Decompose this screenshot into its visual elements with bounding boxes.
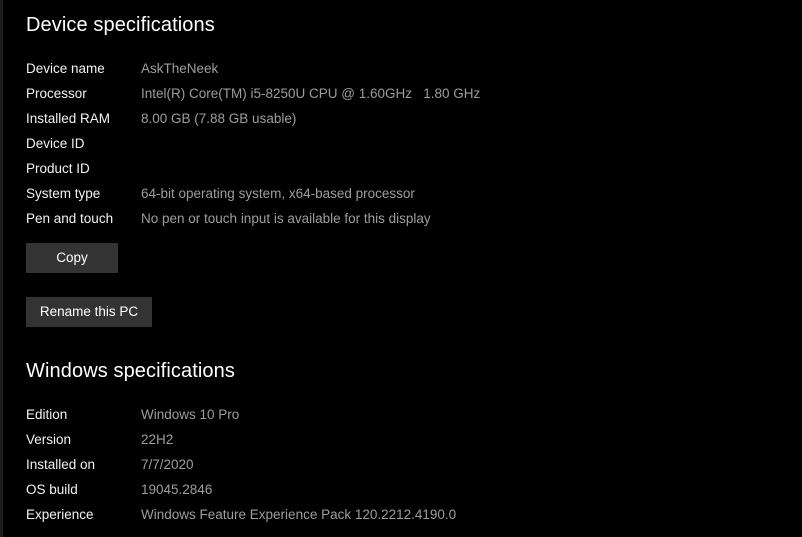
spec-row-version: Version 22H2 [26, 430, 173, 450]
spec-row-experience: Experience Windows Feature Experience Pac… [26, 505, 456, 525]
spec-row-os-build: OS build 19045.2846 [26, 480, 212, 500]
spec-row-edition: Edition Windows 10 Pro [26, 405, 239, 425]
spec-label-processor: Processor [26, 86, 87, 101]
window-left-edge [0, 0, 3, 537]
spec-label-edition: Edition [26, 407, 68, 422]
spec-row-system-type: System type 64-bit operating system, x64-… [26, 184, 415, 204]
spec-label-installed-on: Installed on [26, 457, 96, 472]
spec-label-device-name: Device name [26, 61, 105, 76]
spec-value-pen-and-touch: No pen or touch input is available for t… [141, 211, 431, 226]
spec-value-device-name: AskTheNeek [141, 61, 219, 76]
spec-row-installed-ram: Installed RAM 8.00 GB (7.88 GB usable) [26, 109, 296, 129]
spec-value-processor: Intel(R) Core(TM) i5-8250U CPU @ 1.60GHz… [141, 86, 481, 101]
spec-label-product-id: Product ID [26, 161, 90, 176]
spec-label-installed-ram: Installed RAM [26, 111, 111, 126]
spec-value-installed-on: 7/7/2020 [141, 457, 194, 472]
spec-row-pen-and-touch: Pen and touch No pen or touch input is av… [26, 209, 431, 229]
spec-row-device-name: Device name AskTheNeek [26, 59, 218, 79]
spec-row-processor: Processor Intel(R) Core(TM) i5-8250U CPU … [26, 84, 480, 104]
spec-value-installed-ram: 8.00 GB (7.88 GB usable) [141, 111, 297, 126]
windows-specifications-heading: Windows specifications [26, 360, 235, 382]
spec-value-version: 22H2 [141, 432, 174, 447]
spec-label-system-type: System type [26, 186, 101, 201]
spec-label-experience: Experience [26, 507, 94, 522]
device-specifications-heading: Device specifications [26, 14, 215, 36]
spec-row-product-id: Product ID [26, 159, 141, 179]
spec-value-system-type: 64-bit operating system, x64-based proce… [141, 186, 415, 201]
spec-value-edition: Windows 10 Pro [141, 407, 240, 422]
spec-label-device-id: Device ID [26, 136, 85, 151]
spec-row-installed-on: Installed on 7/7/2020 [26, 455, 194, 475]
copy-button[interactable]: Copy [26, 243, 118, 273]
spec-label-pen-and-touch: Pen and touch [26, 211, 114, 226]
spec-label-os-build: OS build [26, 482, 78, 497]
rename-this-pc-button[interactable]: Rename this PC [26, 297, 152, 327]
spec-row-device-id: Device ID [26, 134, 141, 154]
spec-value-os-build: 19045.2846 [141, 482, 213, 497]
spec-label-version: Version [26, 432, 72, 447]
about-settings-page: Device specifications Device name AskTheN… [0, 0, 802, 537]
spec-value-experience: Windows Feature Experience Pack 120.2212… [141, 507, 457, 522]
